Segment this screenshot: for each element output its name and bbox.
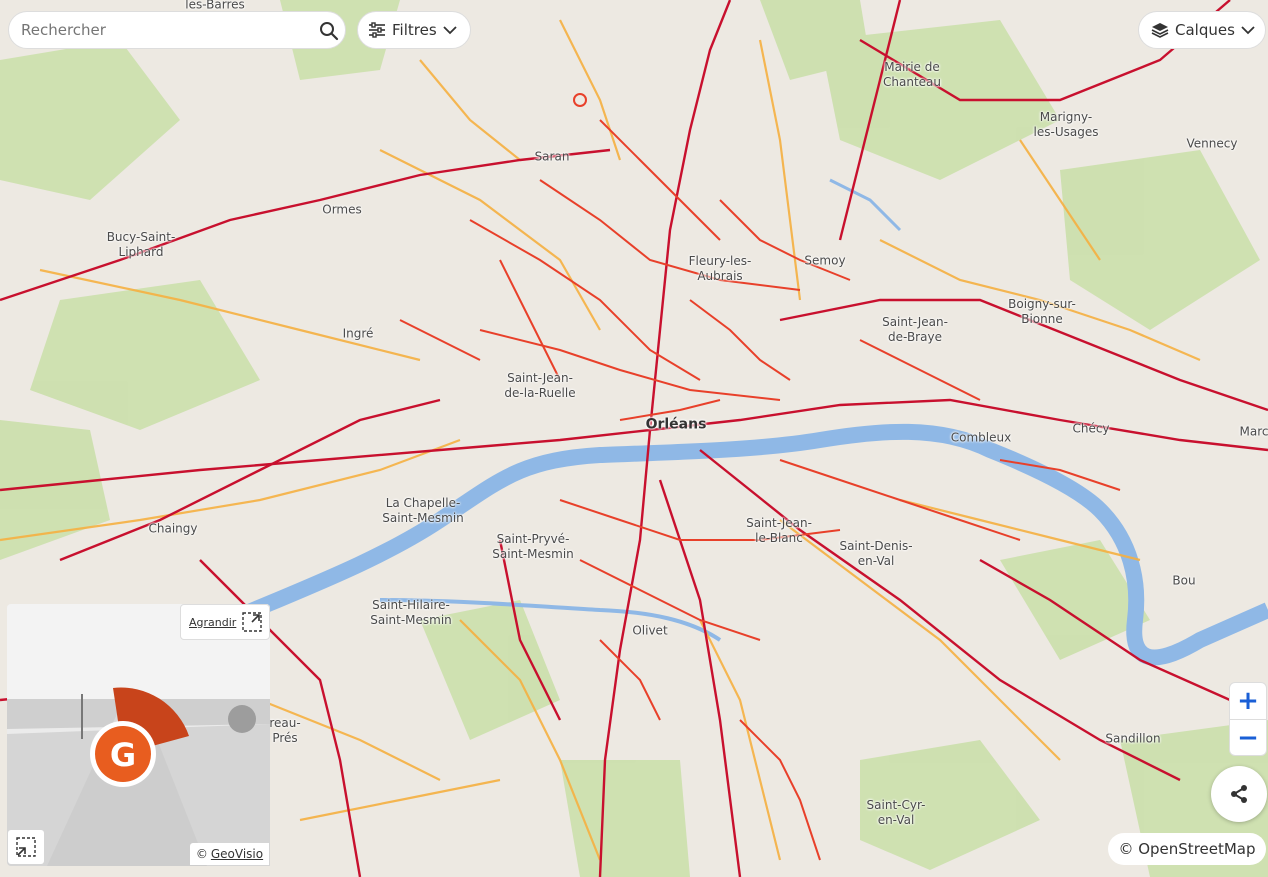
place-label: Saint-Jean- le-Blanc: [746, 516, 812, 545]
svg-text:G: G: [110, 736, 136, 774]
place-label: Saran: [534, 149, 570, 164]
place-label: Saint-Cyr- en-Val: [866, 798, 926, 827]
place-label: Saint-Jean- de-Braye: [882, 315, 948, 344]
layers-label: Calques: [1175, 21, 1235, 39]
expand-icon: [242, 612, 263, 632]
place-label: Mairie de Chanteau: [883, 60, 941, 89]
osm-attribution[interactable]: © OpenStreetMap: [1108, 833, 1266, 865]
shrink-icon: [16, 837, 36, 857]
place-label: Bou: [1172, 573, 1196, 588]
place-label: Vennecy: [1186, 136, 1238, 151]
place-label: Ormes: [322, 202, 362, 217]
place-label: Saint-Pryvé- Saint-Mesmin: [492, 532, 574, 561]
place-label: Marigny- les-Usages: [1033, 110, 1099, 139]
place-label: Boigny-sur- Bionne: [1008, 297, 1076, 326]
place-label: Fleury-les- Aubrais: [688, 254, 752, 283]
zoom-out-button[interactable]: −: [1230, 720, 1266, 756]
filters-button[interactable]: Filtres: [357, 11, 471, 49]
search-bar[interactable]: [8, 11, 346, 49]
place-label: Sandillon: [1105, 731, 1161, 746]
place-label: Saint-Jean- de-la-Ruelle: [504, 371, 576, 400]
place-label: Bucy-Saint- Liphard: [106, 230, 176, 259]
search-icon[interactable]: [319, 21, 339, 41]
chevron-down-icon: [443, 25, 457, 35]
search-input[interactable]: [19, 20, 313, 40]
place-label: Combleux: [950, 430, 1012, 445]
filters-label: Filtres: [392, 21, 437, 39]
place-label: Orléans: [645, 416, 707, 433]
layers-button[interactable]: Calques: [1138, 11, 1266, 49]
place-label: Semoy: [804, 253, 846, 268]
sliders-icon: [368, 22, 386, 38]
zoom-control: + −: [1229, 682, 1267, 756]
place-label: La Chapelle- Saint-Mesmin: [382, 496, 464, 525]
geovisio-link[interactable]: GeoVisio: [211, 847, 263, 861]
share-button[interactable]: [1211, 766, 1267, 822]
place-label: Ingré: [342, 326, 374, 341]
picture-viewer[interactable]: G: [7, 604, 270, 866]
layers-icon: [1151, 22, 1169, 38]
place-label: Chécy: [1072, 421, 1110, 436]
place-label: Saint-Hilaire- Saint-Mesmin: [370, 598, 452, 627]
zoom-in-button[interactable]: +: [1230, 683, 1266, 719]
place-label: reau- Prés: [269, 716, 301, 745]
place-label: Chaingy: [148, 521, 198, 536]
share-icon: [1231, 785, 1247, 803]
place-label: Saint-Denis- en-Val: [839, 539, 913, 568]
place-label: Olivet: [632, 623, 668, 638]
geovisio-credit: © GeoVisio: [190, 843, 269, 865]
minimize-viewer-button[interactable]: [8, 830, 44, 864]
chevron-down-icon: [1241, 25, 1255, 35]
expand-viewer-button[interactable]: Agrandir: [180, 604, 270, 640]
geovisio-marker-icon: G: [90, 687, 189, 787]
credit-prefix: ©: [195, 847, 208, 861]
place-label: Marc: [1239, 424, 1268, 439]
expand-label: Agrandir: [189, 615, 237, 629]
